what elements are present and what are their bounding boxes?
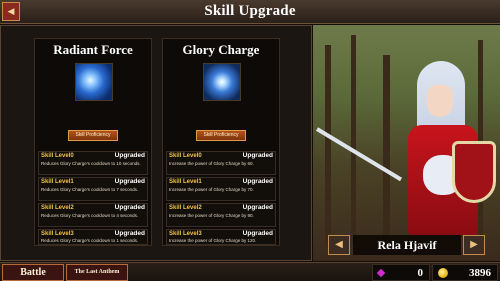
- skill-level-name: Skill Level1: [41, 179, 74, 185]
- glory-charge-icon: [203, 63, 241, 101]
- gem-icon: [376, 268, 386, 278]
- chevron-left-icon: ◀: [335, 239, 343, 250]
- character-name: Rela Hjavif: [353, 235, 461, 255]
- skill-level-desc: Increase the power of Glory Charge by 60…: [169, 161, 254, 166]
- page-title: Skill Upgrade: [204, 3, 296, 19]
- gem-count: 0: [417, 267, 424, 279]
- skill-level-row: Skill Level2 Upgraded Increase the power…: [166, 203, 276, 227]
- skill-level-status: Upgraded: [114, 204, 145, 211]
- character-panel: ◀ Rela Hjavif ▶: [313, 25, 500, 261]
- skill-level-row: Skill Level3 Upgraded Increase the power…: [166, 229, 276, 245]
- skill-proficiency-button[interactable]: Skill Proficiency: [68, 130, 118, 141]
- gold-coin-icon: [438, 268, 448, 278]
- skill-level-status: Upgraded: [114, 178, 145, 185]
- skill-level-desc: Increase the power of Glory Charge by 12…: [169, 238, 257, 243]
- chevron-right-icon: ▶: [470, 239, 478, 250]
- skill-level-desc: Increase the power of Glory Charge by 70…: [169, 187, 254, 192]
- skill-title: Glory Charge: [182, 42, 260, 57]
- skill-level-status: Upgraded: [242, 152, 273, 159]
- gem-counter: 0: [372, 264, 430, 281]
- skill-level-name: Skill Level2: [169, 205, 202, 211]
- skill-level-row: Skill Level0 Upgraded Reduces Glory Char…: [38, 151, 148, 175]
- skill-level-name: Skill Level3: [169, 231, 202, 237]
- gold-counter: 3896: [432, 264, 498, 281]
- skill-level-status: Upgraded: [242, 178, 273, 185]
- background-tree: [325, 45, 331, 245]
- skill-proficiency-button[interactable]: Skill Proficiency: [196, 130, 246, 141]
- top-bar: ◀ Skill Upgrade: [0, 0, 500, 24]
- shield-icon: [452, 141, 496, 203]
- skill-level-desc: Reduces Glory Charge's cooldown to 7 sec…: [41, 187, 139, 192]
- skill-level-name: Skill Level1: [169, 179, 202, 185]
- character-face: [427, 85, 453, 117]
- skill-card-glory-charge: Glory Charge Skill Proficiency Skill Lev…: [162, 38, 280, 246]
- skill-level-row: Skill Level1 Upgraded Increase the power…: [166, 177, 276, 201]
- skill-title: Radiant Force: [53, 42, 133, 57]
- skill-level-row: Skill Level0 Upgraded Increase the power…: [166, 151, 276, 175]
- skill-level-status: Upgraded: [242, 230, 273, 237]
- skill-level-row: Skill Level1 Upgraded Reduces Glory Char…: [38, 177, 148, 201]
- background-tree: [383, 55, 390, 245]
- skill-level-status: Upgraded: [242, 204, 273, 211]
- skill-level-desc: Increase the power of Glory Charge by 90…: [169, 213, 254, 218]
- gold-count: 3896: [469, 267, 491, 279]
- skill-level-name: Skill Level3: [41, 231, 74, 237]
- skill-level-row: Skill Level3 Upgraded Reduces Glory Char…: [38, 229, 148, 245]
- skill-level-status: Upgraded: [114, 230, 145, 237]
- bottom-bar: Battle The Last Anthem 0 3896: [0, 262, 500, 281]
- skill-level-desc: Reduces Glory Charge's cooldown to 4 sec…: [41, 213, 139, 218]
- background-tree: [351, 35, 356, 245]
- skills-panel: Radiant Force Skill Proficiency Skill Le…: [0, 25, 312, 261]
- skill-level-desc: Reduces Glory Charge's cooldown to 10 se…: [41, 161, 141, 166]
- radiant-force-icon: [75, 63, 113, 101]
- skill-level-name: Skill Level0: [169, 153, 202, 159]
- skill-level-row: Skill Level2 Upgraded Reduces Glory Char…: [38, 203, 148, 227]
- the-last-anthem-button[interactable]: The Last Anthem: [66, 264, 128, 281]
- skill-level-name: Skill Level0: [41, 153, 74, 159]
- next-character-button[interactable]: ▶: [463, 235, 485, 255]
- skill-level-desc: Reduces Glory Charge's cooldown to 1 sec…: [41, 238, 139, 243]
- prev-character-button[interactable]: ◀: [328, 235, 350, 255]
- battle-button[interactable]: Battle: [2, 264, 64, 281]
- skill-level-status: Upgraded: [114, 152, 145, 159]
- skill-level-name: Skill Level2: [41, 205, 74, 211]
- skill-card-radiant-force: Radiant Force Skill Proficiency Skill Le…: [34, 38, 152, 246]
